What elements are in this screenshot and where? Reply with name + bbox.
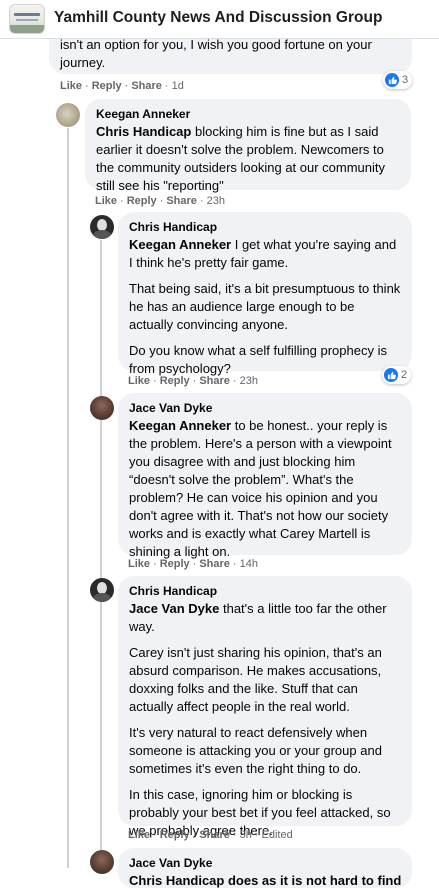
comment-text: Chris Handicap blocking him is fine but … (96, 123, 400, 195)
reaction-count-badge[interactable]: 3 (383, 71, 413, 89)
comment-bubble: Chris Handicap Jace Van Dyke that's a li… (118, 576, 412, 838)
timestamp[interactable]: 23h (240, 375, 258, 387)
mention-link[interactable]: Keegan Anneker (129, 418, 231, 433)
comment-bubble: Jace Van Dyke Chris Handicap does as it … (118, 848, 412, 888)
reaction-count: 3 (402, 74, 409, 86)
mention-link[interactable]: Chris Handicap (96, 124, 191, 139)
reaction-count: 2 (401, 369, 408, 381)
comment-author[interactable]: Jace Van Dyke (129, 400, 401, 416)
timestamp[interactable]: 14h (240, 558, 258, 570)
thread-line (67, 128, 69, 868)
avatar[interactable] (90, 396, 114, 420)
avatar[interactable] (90, 850, 114, 874)
comment-text: Chris Handicap does as it is not hard to… (129, 873, 402, 888)
timestamp[interactable]: 3h (240, 829, 252, 841)
comment-actions: Like · Reply · Share · 23h (128, 375, 258, 387)
comment-body: to be honest.. your reply is the problem… (129, 418, 392, 559)
avatar[interactable] (90, 578, 114, 602)
comment-text-line: journey. (60, 55, 106, 70)
thread-line (100, 240, 102, 868)
comment-actions: Like · Reply · Share · 14h (128, 558, 258, 570)
avatar[interactable] (56, 103, 80, 127)
group-header: Yamhill County News And Discussion Group (0, 0, 439, 39)
comment-author[interactable]: Keegan Anneker (96, 106, 400, 122)
comment-text: Jace Van Dyke that's a little too far th… (129, 600, 401, 636)
timestamp[interactable]: 23h (207, 195, 225, 207)
comment-text: Keegan Anneker I get what you're saying … (129, 236, 401, 272)
comment-author[interactable]: Chris Handicap (129, 219, 401, 235)
like-button[interactable]: Like (95, 195, 117, 207)
like-button[interactable]: Like (128, 558, 150, 570)
comment-author[interactable]: Jace Van Dyke (129, 855, 401, 871)
comment-author[interactable]: Chris Handicap (129, 583, 401, 599)
comment-text: Do you know what a self fulfilling proph… (129, 343, 387, 376)
mention-link[interactable]: Jace Van Dyke (129, 601, 219, 616)
comment-bubble: Jace Van Dyke Keegan Anneker to be hones… (118, 393, 412, 559)
comment-text: It's very natural to react defensively w… (129, 725, 382, 776)
like-button[interactable]: Like (128, 375, 150, 387)
reply-button[interactable]: Reply (127, 195, 157, 207)
edited-label: Edited (261, 829, 293, 841)
group-title[interactable]: Yamhill County News And Discussion Group (54, 9, 382, 27)
share-button[interactable]: Share (199, 558, 230, 570)
reply-button[interactable]: Reply (160, 375, 190, 387)
comment-text: That being said, it's a bit presumptuous… (129, 281, 401, 332)
timestamp[interactable]: 1d (172, 80, 184, 92)
reply-button[interactable]: Reply (160, 558, 190, 570)
reply-button[interactable]: Reply (160, 829, 190, 841)
comment-bubble: Keegan Anneker Chris Handicap blocking h… (85, 99, 411, 193)
avatar[interactable] (90, 215, 114, 239)
thumbs-up-icon (384, 368, 398, 382)
mention-link[interactable]: Keegan Anneker (129, 237, 231, 252)
like-button[interactable]: Like (128, 829, 150, 841)
reply-button[interactable]: Reply (92, 80, 122, 92)
share-button[interactable]: Share (199, 375, 230, 387)
thumbs-up-icon (385, 73, 399, 87)
like-button[interactable]: Like (60, 80, 82, 92)
share-button[interactable]: Share (166, 195, 197, 207)
share-button[interactable]: Share (199, 829, 230, 841)
comment-actions: Like · Reply · Share · 3h · Edited (128, 829, 293, 841)
group-cover-thumbnail[interactable] (9, 4, 45, 34)
comment-actions: Like · Reply · Share · 1d (60, 80, 184, 92)
comment-bubble: Chris Handicap Keegan Anneker I get what… (118, 212, 412, 376)
comment-text: Keegan Anneker to be honest.. your reply… (129, 417, 401, 561)
share-button[interactable]: Share (131, 80, 162, 92)
reaction-count-badge[interactable]: 2 (382, 366, 412, 384)
comment-text: Carey isn't just sharing his opinion, th… (129, 645, 382, 714)
comment-actions: Like · Reply · Share · 23h (95, 195, 225, 207)
